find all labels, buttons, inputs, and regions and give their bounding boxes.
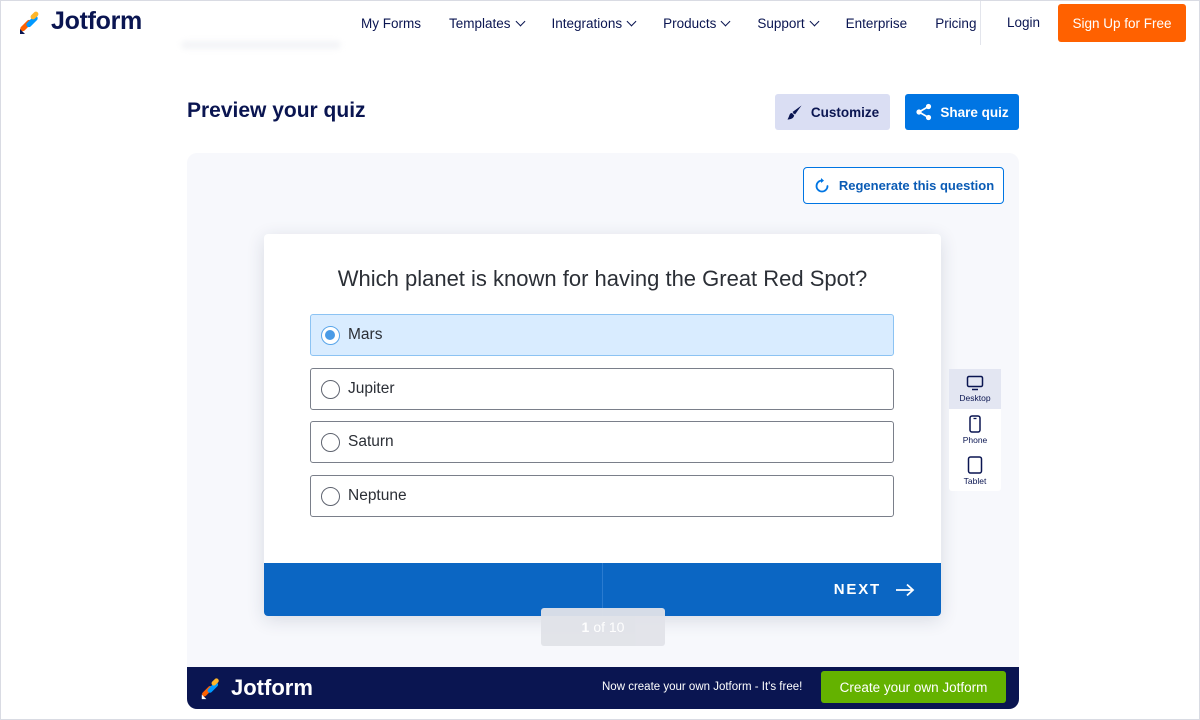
radio-button[interactable]: [321, 432, 340, 452]
next-label: NEXT: [833, 581, 881, 598]
nav-item-support[interactable]: Support: [743, 16, 831, 31]
nav-item-enterprise[interactable]: Enterprise: [832, 16, 922, 31]
nav-label: My Forms: [361, 15, 421, 31]
total-pages: of 10: [593, 619, 625, 635]
chevron-down-icon: [515, 16, 525, 26]
device-switcher: Desktop Phone Tablet: [949, 369, 1001, 491]
share-label: Share quiz: [940, 104, 1009, 120]
nav-label: Enterprise: [845, 15, 908, 31]
banner-text: Now create your own Jotform - It's free!: [602, 681, 803, 693]
nav-item-products[interactable]: Products: [649, 16, 743, 31]
chevron-down-icon: [809, 16, 820, 26]
signup-button[interactable]: Sign Up for Free: [1058, 4, 1186, 42]
option-label: Mars: [348, 326, 383, 343]
logo-wordmark: Jotform: [51, 7, 142, 35]
banner-wordmark: Jotform: [231, 675, 313, 700]
nav-label: Support: [757, 15, 805, 31]
refresh-icon: [815, 177, 829, 192]
radio-button[interactable]: [321, 379, 340, 399]
option-label: Neptune: [348, 487, 407, 504]
device-tablet[interactable]: Tablet: [949, 451, 1001, 491]
arrow-right-icon: [896, 583, 915, 596]
current-page: 1: [581, 619, 590, 635]
banner-logo[interactable]: Jotform: [199, 675, 313, 701]
option-label: Saturn: [348, 433, 394, 450]
device-label: Tablet: [963, 476, 987, 486]
nav-item-integrations[interactable]: Integrations: [538, 16, 650, 31]
nav-item-templates[interactable]: Templates: [435, 16, 538, 31]
phone-icon: [969, 415, 981, 433]
page-indicator: 1 of 10: [541, 608, 665, 646]
jotform-logo-icon: [20, 11, 39, 34]
nav-label: Products: [663, 15, 717, 31]
device-desktop[interactable]: Desktop: [949, 369, 1001, 409]
faded-placeholder: [181, 41, 341, 49]
chevron-down-icon: [626, 16, 637, 26]
customize-button[interactable]: Customize: [775, 94, 890, 130]
nav-label: Pricing: [935, 15, 977, 31]
customize-label: Customize: [810, 104, 880, 120]
answer-option-neptune[interactable]: Neptune: [310, 475, 894, 517]
answer-option-saturn[interactable]: Saturn: [310, 421, 894, 463]
quiz-preview-panel: Regenerate this question Which planet is…: [187, 153, 1019, 709]
quiz-question-card: Which planet is known for having the Gre…: [264, 234, 941, 616]
login-link[interactable]: Login: [1007, 15, 1040, 30]
top-navigation: Jotform My Forms Templates Integrations …: [1, 1, 1200, 49]
chevron-down-icon: [720, 16, 731, 26]
nav-label: Templates: [449, 15, 511, 31]
radio-button[interactable]: [321, 325, 340, 345]
nav-divider: [980, 1, 981, 45]
desktop-icon: [966, 375, 984, 391]
page-title: Preview your quiz: [187, 99, 366, 122]
nav-menu: My Forms Templates Integrations Products…: [347, 1, 990, 45]
regenerate-label: Regenerate this question: [838, 178, 995, 193]
paintbrush-icon: [787, 105, 802, 119]
tablet-icon: [967, 456, 983, 474]
nav-label: Integrations: [551, 15, 623, 31]
jotform-logo[interactable]: Jotform: [17, 7, 142, 36]
nav-item-my-forms[interactable]: My Forms: [347, 16, 435, 31]
next-button[interactable]: NEXT: [834, 563, 915, 616]
question-text: Which planet is known for having the Gre…: [337, 266, 868, 291]
regenerate-question-button[interactable]: Regenerate this question: [803, 167, 1004, 204]
jotform-logo-icon: [201, 678, 219, 700]
device-phone[interactable]: Phone: [949, 410, 1001, 450]
share-quiz-button[interactable]: Share quiz: [905, 94, 1019, 130]
answer-option-jupiter[interactable]: Jupiter: [310, 368, 894, 410]
device-label: Phone: [962, 435, 988, 445]
radio-button[interactable]: [321, 486, 340, 506]
promo-banner: Jotform Now create your own Jotform - It…: [187, 667, 1019, 709]
answer-option-mars[interactable]: Mars: [310, 314, 894, 356]
create-jotform-button[interactable]: Create your own Jotform: [821, 671, 1006, 703]
option-label: Jupiter: [348, 380, 395, 397]
share-icon: [916, 103, 932, 121]
device-label: Desktop: [959, 393, 991, 403]
